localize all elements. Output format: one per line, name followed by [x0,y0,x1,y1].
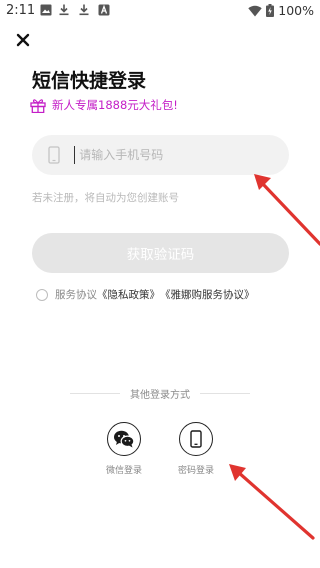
promo-text: 新人专属1888元大礼包! [52,98,178,112]
agreement-prefix: 服务协议 [55,289,97,301]
other-login-divider: 其他登录方式 [70,386,250,401]
divider-line-left [70,393,120,394]
battery-level: 100% [278,3,314,18]
agreement-checkbox[interactable] [36,288,48,301]
service-agreement-link[interactable]: 《雅娜购服务协议》 [160,287,255,302]
download-icon [59,4,69,16]
status-right: 100% [248,3,314,18]
wechat-login-button[interactable]: 微信登录 [94,422,154,476]
wechat-login-circle[interactable] [107,422,141,456]
text-cursor [74,146,76,164]
phone-input-container[interactable] [32,135,289,175]
divider-line-right [200,393,250,394]
wifi-icon [248,5,262,16]
close-icon[interactable] [14,31,32,49]
wechat-login-label: 微信登录 [105,466,142,476]
promo-banner[interactable]: 新人专属1888元大礼包! [30,96,178,114]
annotation-arrow-lower [229,464,315,540]
gift-icon [30,98,46,113]
status-time: 2:11 [6,3,36,18]
status-bar: 2:11 100% [0,0,320,22]
phone-icon [48,146,60,164]
download-icon [79,4,89,16]
password-login-button[interactable]: 密码登录 [166,422,226,476]
phone-input[interactable] [77,147,262,163]
password-login-circle[interactable] [179,422,213,456]
register-hint: 若未注册，将自动为您创建账号 [32,192,179,204]
privacy-policy-link[interactable]: 《隐私政策》 [97,287,160,302]
password-login-label: 密码登录 [177,466,214,476]
battery-charging-icon [266,4,275,17]
get-code-button[interactable]: 获取验证码 [32,233,289,273]
page-title: 短信快捷登录 [32,70,147,92]
other-login-title: 其他登录方式 [130,390,190,401]
agreement-row: 服务协议 《隐私政策》 《雅娜购服务协议》 [36,287,255,302]
image-icon [40,4,52,16]
app-notification-icon [98,4,110,16]
wechat-icon [114,430,135,448]
phone-icon [190,430,202,448]
